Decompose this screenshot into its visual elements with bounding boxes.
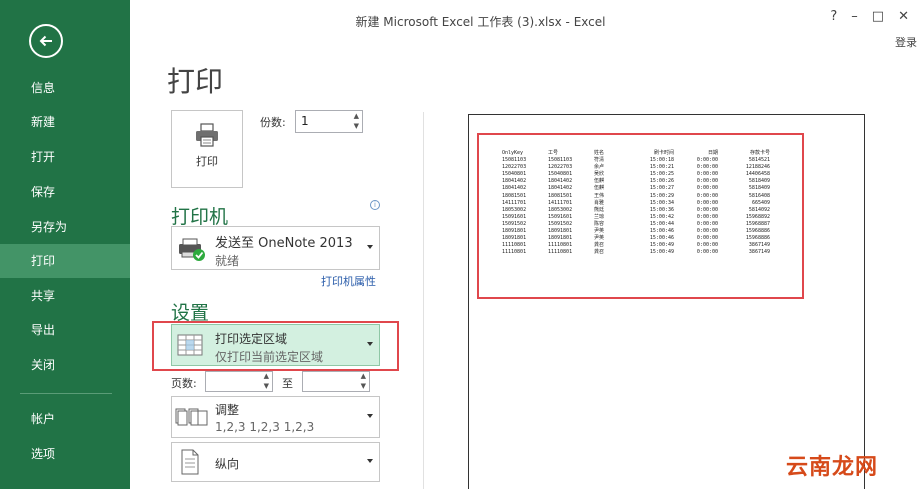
printer-icon [196, 123, 218, 147]
pages-from-field[interactable]: ▲ ▼ [205, 371, 273, 392]
selection-highlight-box [152, 321, 399, 371]
nav-item-export[interactable]: 导出 [0, 313, 130, 347]
orientation-label: 纵向 [215, 457, 240, 471]
sidebar-divider [20, 393, 112, 394]
print-button[interactable]: 打印 [171, 110, 243, 188]
nav-item-save[interactable]: 保存 [0, 175, 130, 209]
printer-name: 发送至 OneNote 2013 [215, 236, 353, 251]
pages-to-field[interactable]: ▲ ▼ [302, 371, 370, 392]
nav-item-save-as[interactable]: 另存为 [0, 210, 130, 244]
window-controls: ? – □ ✕ [830, 9, 909, 24]
watermark: 云南龙网 [786, 455, 879, 480]
help-button[interactable]: ? [830, 9, 837, 24]
printer-section-title: 打印机 [171, 206, 229, 228]
chevron-down-icon [367, 245, 373, 249]
excel-backstage-print: 信息 新建 打开 保存 另存为 打印 共享 导出 关闭 帐户 选项 新建 Mic… [0, 0, 921, 489]
spin-down-icon[interactable]: ▼ [361, 382, 366, 390]
page-title: 打印 [167, 65, 224, 98]
panel-divider [423, 112, 424, 489]
portrait-page-icon [181, 449, 199, 475]
spin-down-icon[interactable]: ▼ [354, 122, 359, 130]
close-button[interactable]: ✕ [898, 9, 909, 24]
print-button-label: 打印 [196, 155, 218, 168]
collate-subtitle: 1,2,3 1,2,3 1,2,3 [215, 420, 315, 434]
nav-item-close[interactable]: 关闭 [0, 348, 130, 382]
minimize-button[interactable]: – [851, 9, 858, 24]
orientation-dropdown[interactable]: 纵向 [171, 442, 380, 482]
collate-dropdown[interactable]: 调整 1,2,3 1,2,3 1,2,3 [171, 396, 380, 438]
window-title: 新建 Microsoft Excel 工作表 (3).xlsx - Excel [355, 15, 606, 29]
nav-item-open[interactable]: 打开 [0, 140, 130, 174]
spin-up-icon[interactable]: ▲ [264, 372, 269, 380]
printer-dropdown[interactable]: 发送至 OneNote 2013 就绪 [171, 226, 380, 270]
chevron-down-icon [367, 414, 373, 418]
nav-item-new[interactable]: 新建 [0, 105, 130, 139]
pages-to-label: 至 [282, 377, 293, 390]
spin-up-icon[interactable]: ▲ [361, 372, 366, 380]
printer-properties-link[interactable]: 打印机属性 [321, 273, 376, 289]
nav-item-options[interactable]: 选项 [0, 437, 130, 471]
back-arrow-icon [39, 35, 52, 47]
nav-item-share[interactable]: 共享 [0, 279, 130, 313]
nav-item-account[interactable]: 帐户 [0, 402, 130, 436]
backstage-sidebar: 信息 新建 打开 保存 另存为 打印 共享 导出 关闭 帐户 选项 [0, 0, 130, 489]
collate-title: 调整 [215, 403, 240, 417]
copies-stepper[interactable]: 1 ▲ ▼ [295, 110, 363, 133]
onenote-printer-icon [179, 238, 205, 261]
nav-item-info[interactable]: 信息 [0, 71, 130, 105]
maximize-button[interactable]: □ [872, 9, 884, 24]
copies-value: 1 [301, 114, 309, 128]
printer-status: 就绪 [215, 254, 240, 268]
chevron-down-icon [367, 459, 373, 463]
info-icon[interactable]: i [370, 200, 380, 210]
collated-pages-icon [175, 408, 208, 426]
sign-in-link[interactable]: 登录 [895, 34, 917, 50]
spin-down-icon[interactable]: ▼ [264, 382, 269, 390]
copies-label: 份数: [260, 116, 286, 129]
preview-highlight-box [477, 133, 804, 299]
pages-label: 页数: [171, 377, 197, 390]
spin-up-icon[interactable]: ▲ [354, 112, 359, 120]
nav-item-print[interactable]: 打印 [0, 244, 130, 278]
